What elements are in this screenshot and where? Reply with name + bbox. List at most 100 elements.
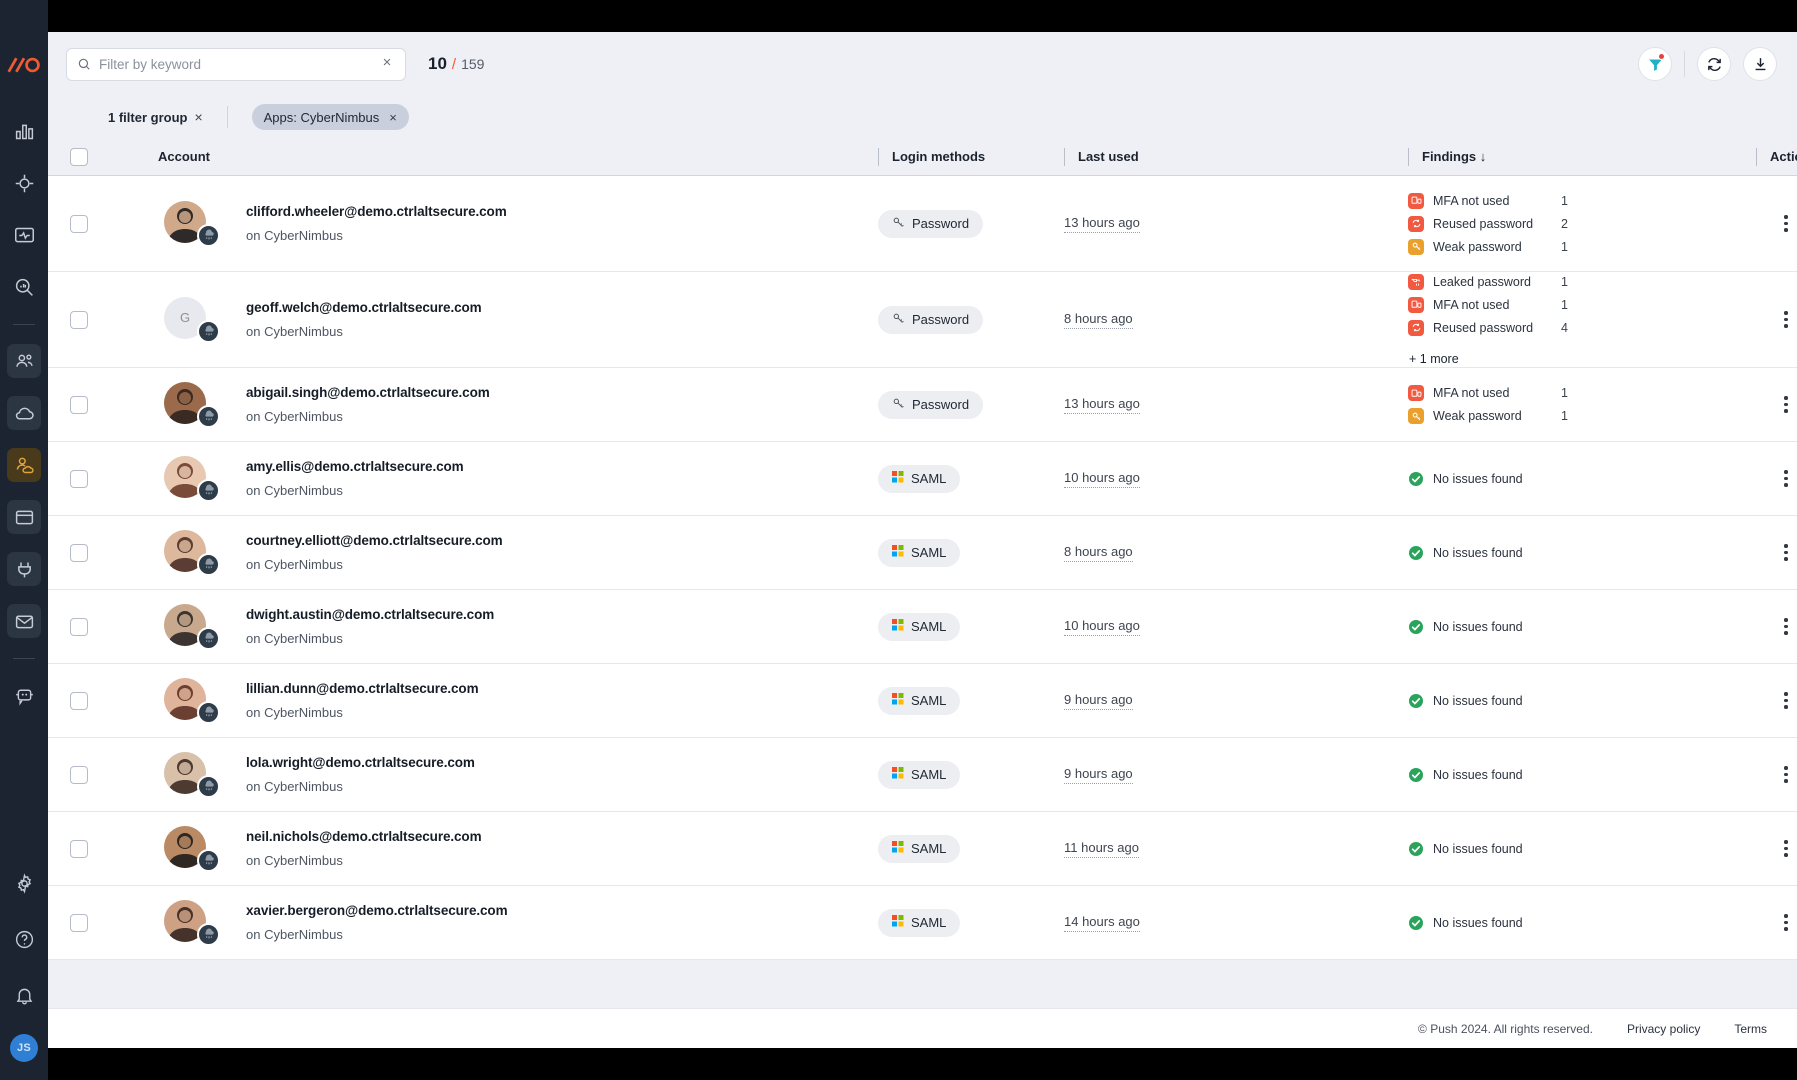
last-used-value[interactable]: 9 hours ago: [1064, 692, 1133, 710]
sidebar-item-targets[interactable]: [7, 166, 41, 200]
account-email[interactable]: clifford.wheeler@demo.ctrlaltsecure.com: [246, 204, 507, 219]
login-method-pill[interactable]: SAML: [878, 834, 961, 863]
row-actions-menu-icon[interactable]: [1784, 914, 1788, 931]
refresh-button[interactable]: [1697, 47, 1731, 81]
last-used-value[interactable]: 13 hours ago: [1064, 215, 1140, 233]
login-method-pill[interactable]: Password: [878, 209, 984, 238]
row-checkbox[interactable]: [70, 310, 88, 329]
row-checkbox[interactable]: [70, 691, 88, 710]
table-row[interactable]: G geoff.welch@demo.ctrlaltsecure.com on …: [48, 272, 1797, 368]
row-actions-menu-icon[interactable]: [1784, 470, 1788, 487]
last-used-value[interactable]: 10 hours ago: [1064, 470, 1140, 488]
avatar[interactable]: JS: [10, 1034, 38, 1062]
login-method-pill[interactable]: Password: [878, 305, 984, 334]
select-all-checkbox[interactable]: [70, 147, 88, 166]
column-login-methods[interactable]: Login methods: [878, 149, 1064, 164]
login-method-pill[interactable]: SAML: [878, 760, 961, 789]
sidebar-item-identities[interactable]: [7, 344, 41, 378]
last-used-value[interactable]: 10 hours ago: [1064, 618, 1140, 636]
table-row[interactable]: xavier.bergeron@demo.ctrlaltsecure.com o…: [48, 886, 1797, 960]
row-actions-menu-icon[interactable]: [1784, 311, 1788, 328]
column-findings[interactable]: Findings ↓: [1408, 149, 1756, 164]
filter-group-clear-icon[interactable]: ×: [194, 109, 202, 125]
download-button[interactable]: [1743, 47, 1777, 81]
table-row[interactable]: neil.nichols@demo.ctrlaltsecure.com on C…: [48, 812, 1797, 886]
filter-group[interactable]: 1 filter group ×: [108, 109, 203, 125]
login-method-pill[interactable]: SAML: [878, 686, 961, 715]
account-email[interactable]: xavier.bergeron@demo.ctrlaltsecure.com: [246, 903, 508, 918]
last-used-value[interactable]: 8 hours ago: [1064, 311, 1133, 329]
search-bar[interactable]: ×: [66, 47, 406, 81]
finding-item[interactable]: Reused password 2: [1408, 215, 1756, 232]
sidebar-item-chatbot[interactable]: [7, 678, 41, 712]
row-checkbox[interactable]: [70, 543, 88, 562]
row-actions-menu-icon[interactable]: [1784, 766, 1788, 783]
filter-chip-apps[interactable]: Apps: CyberNimbus ×: [251, 104, 409, 130]
row-actions-menu-icon[interactable]: [1784, 840, 1788, 857]
filter-button[interactable]: [1638, 47, 1672, 81]
sidebar-item-apps[interactable]: [7, 396, 41, 430]
privacy-policy-link[interactable]: Privacy policy: [1627, 1022, 1700, 1036]
finding-item[interactable]: MFA not used 1: [1408, 385, 1756, 401]
sidebar-item-dashboard[interactable]: [7, 114, 41, 148]
row-checkbox[interactable]: [70, 214, 88, 233]
sidebar-item-help[interactable]: [7, 922, 41, 956]
account-email[interactable]: lola.wright@demo.ctrlaltsecure.com: [246, 755, 475, 770]
table-row[interactable]: lola.wright@demo.ctrlaltsecure.com on Cy…: [48, 738, 1797, 812]
finding-item[interactable]: Reused password 4: [1408, 319, 1756, 336]
account-email[interactable]: neil.nichols@demo.ctrlaltsecure.com: [246, 829, 482, 844]
sidebar-item-search[interactable]: [7, 270, 41, 304]
row-actions-menu-icon[interactable]: [1784, 544, 1788, 561]
table-row[interactable]: abigail.singh@demo.ctrlaltsecure.com on …: [48, 368, 1797, 442]
account-email[interactable]: abigail.singh@demo.ctrlaltsecure.com: [246, 385, 490, 400]
sidebar-item-accounts[interactable]: [7, 448, 41, 482]
row-checkbox[interactable]: [70, 617, 88, 636]
account-email[interactable]: geoff.welch@demo.ctrlaltsecure.com: [246, 300, 482, 315]
row-actions-menu-icon[interactable]: [1784, 215, 1788, 232]
table-row[interactable]: dwight.austin@demo.ctrlaltsecure.com on …: [48, 590, 1797, 664]
last-used-value[interactable]: 13 hours ago: [1064, 396, 1140, 414]
terms-link[interactable]: Terms: [1734, 1022, 1767, 1036]
table-row[interactable]: lillian.dunn@demo.ctrlaltsecure.com on C…: [48, 664, 1797, 738]
column-account[interactable]: Account: [110, 149, 878, 164]
finding-item[interactable]: MFA not used 1: [1408, 296, 1756, 313]
login-method-pill[interactable]: SAML: [878, 612, 961, 641]
sidebar-item-browsers[interactable]: [7, 500, 41, 534]
login-method-pill[interactable]: SAML: [878, 538, 961, 567]
table-row[interactable]: clifford.wheeler@demo.ctrlaltsecure.com …: [48, 176, 1797, 272]
login-method-pill[interactable]: SAML: [878, 908, 961, 937]
login-method-pill[interactable]: Password: [878, 390, 984, 419]
account-email[interactable]: amy.ellis@demo.ctrlaltsecure.com: [246, 459, 464, 474]
sidebar-item-notifications[interactable]: [7, 978, 41, 1012]
clear-search-icon[interactable]: ×: [379, 55, 395, 72]
finding-item[interactable]: Weak password 1: [1408, 408, 1756, 424]
account-email[interactable]: lillian.dunn@demo.ctrlaltsecure.com: [246, 681, 479, 696]
sidebar-item-activity[interactable]: [7, 218, 41, 252]
row-checkbox[interactable]: [70, 765, 88, 784]
finding-item[interactable]: MFA not used 1: [1408, 192, 1756, 209]
last-used-value[interactable]: 14 hours ago: [1064, 914, 1140, 932]
row-actions-menu-icon[interactable]: [1784, 692, 1788, 709]
account-email[interactable]: courtney.elliott@demo.ctrlaltsecure.com: [246, 533, 503, 548]
filter-chip-clear-icon[interactable]: ×: [389, 110, 397, 125]
sidebar-item-email[interactable]: [7, 604, 41, 638]
login-method-pill[interactable]: SAML: [878, 464, 961, 493]
row-checkbox[interactable]: [70, 913, 88, 932]
search-input[interactable]: [99, 56, 379, 72]
row-checkbox[interactable]: [70, 395, 88, 414]
findings-more-link[interactable]: + 1 more: [1409, 352, 1756, 366]
last-used-value[interactable]: 9 hours ago: [1064, 766, 1133, 784]
push-logo-icon[interactable]: [7, 54, 41, 76]
row-checkbox[interactable]: [70, 469, 88, 488]
finding-item[interactable]: Leaked password 1: [1408, 273, 1756, 290]
table-row[interactable]: courtney.elliott@demo.ctrlaltsecure.com …: [48, 516, 1797, 590]
sidebar-item-settings[interactable]: [7, 866, 41, 900]
last-used-value[interactable]: 8 hours ago: [1064, 544, 1133, 562]
last-used-value[interactable]: 11 hours ago: [1064, 840, 1139, 858]
column-last-used[interactable]: Last used: [1064, 149, 1408, 164]
row-actions-menu-icon[interactable]: [1784, 618, 1788, 635]
finding-item[interactable]: Weak password 1: [1408, 238, 1756, 255]
table-row[interactable]: amy.ellis@demo.ctrlaltsecure.com on Cybe…: [48, 442, 1797, 516]
row-actions-menu-icon[interactable]: [1784, 396, 1788, 413]
account-email[interactable]: dwight.austin@demo.ctrlaltsecure.com: [246, 607, 494, 622]
